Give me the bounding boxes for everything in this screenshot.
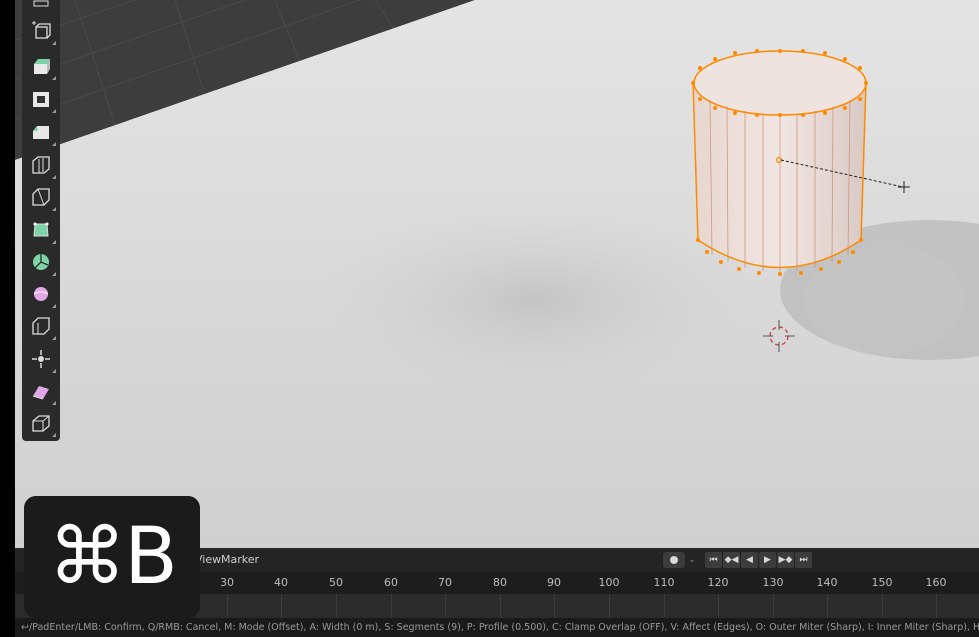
frame-tick: 90	[547, 576, 561, 589]
prev-keyframe-icon[interactable]: ◆◀	[723, 552, 740, 568]
frame-tick: 50	[329, 576, 343, 589]
jump-start-icon[interactable]: ⏮	[705, 552, 722, 568]
record-icon	[670, 556, 678, 564]
bevel-icon[interactable]	[25, 117, 57, 147]
extrude-region-icon[interactable]	[25, 51, 57, 81]
next-keyframe-icon[interactable]: ▶◆	[777, 552, 794, 568]
auto-keying-button[interactable]	[663, 552, 685, 568]
play-icon[interactable]: ▶	[759, 552, 776, 568]
frame-tick: 120	[707, 576, 729, 589]
frame-tick: 140	[816, 576, 838, 589]
frame-tick: 40	[274, 576, 288, 589]
smooth-icon[interactable]	[25, 279, 57, 309]
add-cube-icon[interactable]	[25, 16, 57, 46]
3d-viewport[interactable]	[15, 0, 979, 548]
frame-tick: 60	[384, 576, 398, 589]
frame-tick: 70	[438, 576, 452, 589]
shadow-left	[315, 205, 755, 395]
shortcut-overlay: ⌘B	[24, 496, 200, 618]
frame-tick: 130	[762, 576, 784, 589]
frame-tick: 160	[925, 576, 947, 589]
status-bar: ↩/PadEnter/LMB: Confirm, Q/RMB: Cancel, …	[15, 618, 979, 637]
shrink-fatten-icon[interactable]	[25, 344, 57, 374]
knife-icon[interactable]	[25, 182, 57, 212]
chevron-down-icon[interactable]: ⌄	[685, 552, 699, 568]
loop-cut-icon[interactable]	[25, 150, 57, 180]
frame-tick: 30	[220, 576, 234, 589]
poly-build-icon[interactable]	[25, 215, 57, 245]
frame-tick: 80	[493, 576, 507, 589]
frame-tick: 110	[653, 576, 675, 589]
frame-tick: 150	[871, 576, 893, 589]
inset-faces-icon[interactable]	[25, 84, 57, 114]
jump-end-icon[interactable]: ⏭	[795, 552, 812, 568]
timeline-menu-marker[interactable]: Marker	[221, 553, 259, 566]
tool-shelf	[22, 0, 60, 441]
play-reverse-icon[interactable]: ◀	[741, 552, 758, 568]
shear-icon[interactable]	[25, 376, 57, 406]
frame-tick: 100	[598, 576, 620, 589]
viewport-scene	[15, 0, 979, 548]
edge-slide-icon[interactable]	[25, 311, 57, 341]
window-edge	[0, 0, 15, 637]
spin-icon[interactable]	[25, 247, 57, 277]
rip-region-icon[interactable]	[25, 408, 57, 438]
